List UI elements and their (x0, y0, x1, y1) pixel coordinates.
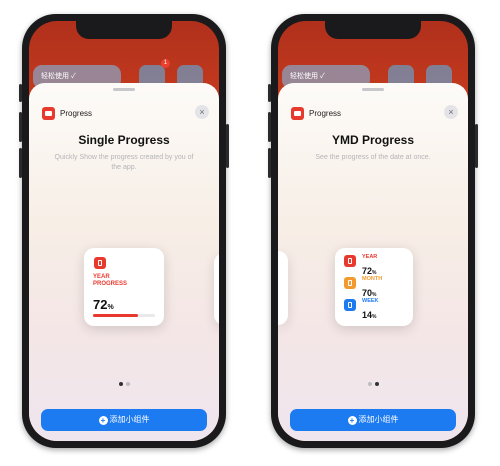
app-name: Progress (309, 109, 342, 118)
widget-title: YMD Progress (331, 133, 415, 147)
volume-down-button (19, 148, 22, 178)
week-icon (344, 299, 356, 311)
hourglass-icon (94, 257, 106, 269)
sheet-grabber[interactable] (113, 88, 135, 91)
widget-description: See the progress of the date at once. (315, 154, 431, 161)
week-value-unit: % (372, 314, 377, 320)
sheet-grabber[interactable] (362, 88, 384, 91)
app-name: Progress (60, 109, 93, 118)
week-value: 14% (362, 305, 376, 323)
add-widget-button[interactable]: + 添加小组件 (290, 409, 456, 431)
page-indicator[interactable] (278, 373, 468, 391)
power-button (226, 124, 229, 168)
widget-description: Quickly Show the progress created by you… (54, 154, 194, 171)
notch (76, 21, 172, 39)
screen: 轻松使用 ✓ 1 Progress × Single Progress Quic… (29, 21, 219, 441)
widget-gallery-sheet: Progress × YMD Progress See the progress… (278, 83, 468, 441)
notification-badge: 1 (161, 59, 170, 68)
widget-value: 72% (93, 296, 114, 314)
month-icon (344, 277, 356, 289)
ymd-progress-widget[interactable]: YEAR 72% MONTH 70% WEEK 14% (335, 248, 413, 326)
volume-up-button (268, 112, 271, 142)
volume-up-button (19, 112, 22, 142)
notch (325, 21, 421, 39)
widget-title: Single Progress (78, 133, 170, 147)
phone-left: 轻松使用 ✓ 1 Progress × Single Progress Quic… (19, 14, 229, 448)
week-label: WEEK (362, 298, 379, 304)
week-value-number: 14 (362, 310, 373, 320)
close-button[interactable]: × (444, 105, 458, 119)
silent-switch (19, 84, 22, 102)
plus-icon: + (347, 416, 357, 425)
widget-label-line1: YEAR (93, 274, 110, 280)
add-widget-button[interactable]: + 添加小组件 (41, 409, 207, 431)
widget-gallery-sheet: Progress × Single Progress Quickly Show … (29, 83, 219, 441)
add-widget-label: 添加小组件 (358, 415, 399, 424)
page-indicator[interactable] (29, 373, 219, 391)
page-dot-active[interactable] (374, 382, 379, 386)
power-button (475, 124, 478, 168)
previous-widget-preview[interactable] (278, 251, 288, 325)
volume-down-button (268, 148, 271, 178)
page-dot[interactable] (125, 382, 130, 386)
year-label: YEAR (362, 254, 378, 260)
close-button[interactable]: × (195, 105, 209, 119)
progress-app-icon (291, 107, 304, 120)
progress-app-icon (42, 107, 55, 120)
plus-icon: + (98, 416, 108, 425)
progress-value: 72 (93, 297, 108, 312)
month-value-number: 70 (362, 288, 373, 298)
progress-track (93, 314, 155, 317)
phone-right: 轻松使用 ✓ Progress × YMD Progress See the p… (268, 14, 478, 448)
widget-label: YEAR PROGRESS (93, 274, 127, 288)
screen: 轻松使用 ✓ Progress × YMD Progress See the p… (278, 21, 468, 441)
page-dot-active[interactable] (118, 382, 123, 386)
silent-switch (268, 84, 271, 102)
progress-fill (93, 314, 138, 317)
year-icon (344, 255, 356, 267)
year-progress-widget[interactable]: YEAR PROGRESS 72% (84, 248, 164, 326)
page-dot[interactable] (367, 382, 372, 386)
progress-unit: % (107, 304, 114, 311)
year-value-number: 72 (362, 266, 373, 276)
month-label: MONTH (362, 276, 383, 282)
next-widget-preview[interactable] (214, 253, 219, 325)
add-widget-label: 添加小组件 (109, 415, 150, 424)
widget-label-line2: PROGRESS (93, 281, 128, 287)
